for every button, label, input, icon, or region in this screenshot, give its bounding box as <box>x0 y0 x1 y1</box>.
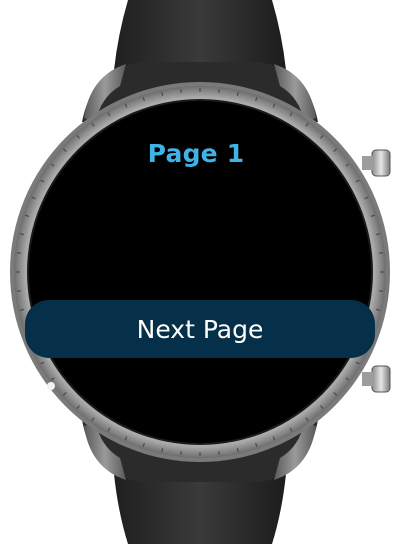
smartwatch-device <box>10 0 391 544</box>
bezel-tick <box>236 91 239 97</box>
bezel-tick <box>19 308 25 311</box>
bezel-tick <box>161 91 164 97</box>
bezel-tick <box>19 233 25 236</box>
bezel-tick <box>375 233 381 236</box>
bezel-tick <box>161 447 164 453</box>
crown-button-bottom[interactable] <box>362 365 391 393</box>
display-screen <box>29 101 371 443</box>
crown-button-top[interactable] <box>362 149 391 177</box>
bezel-tick <box>236 447 239 453</box>
top-strap <box>114 0 286 70</box>
bezel-tick <box>375 308 381 311</box>
bottom-strap <box>114 474 286 544</box>
next-page-button[interactable]: Next Page <box>25 300 375 358</box>
